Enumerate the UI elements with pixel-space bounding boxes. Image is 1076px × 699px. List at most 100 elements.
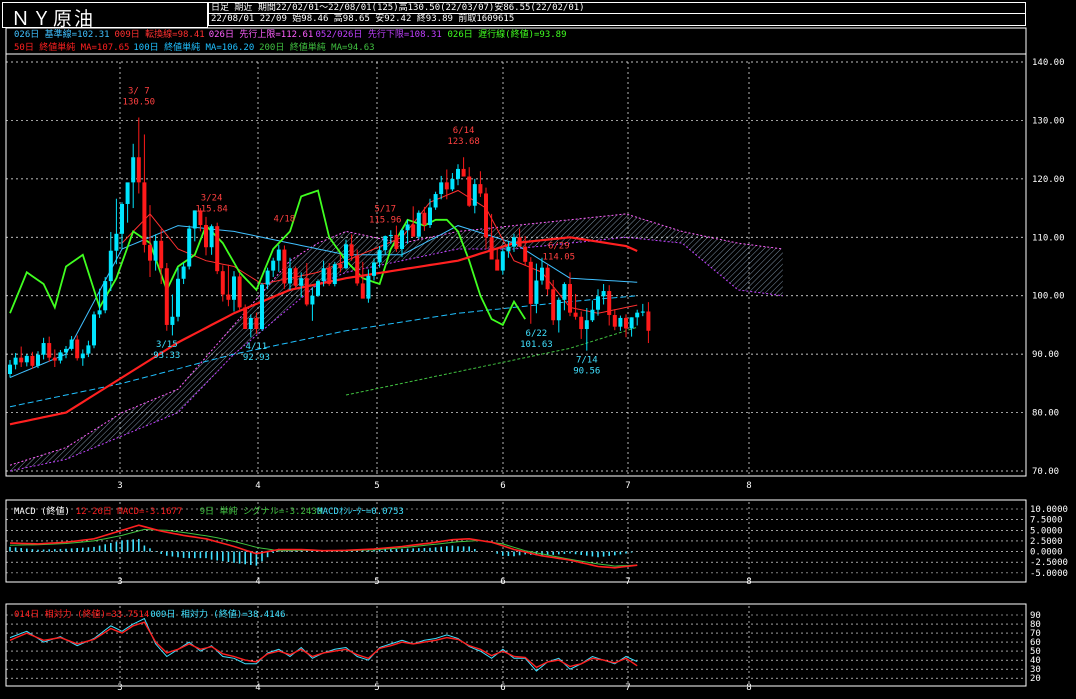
candle-body xyxy=(444,182,449,190)
month-tick-label: 4 xyxy=(255,481,260,491)
candle-body xyxy=(411,224,416,237)
peak-value-label: 130.50 xyxy=(123,98,156,108)
candle-body xyxy=(92,314,96,346)
month-tick-label: 3 xyxy=(117,683,122,693)
candle-body xyxy=(416,212,421,237)
trough-date-label: 6/22 xyxy=(526,329,548,339)
candle-body xyxy=(450,178,455,190)
month-tick-label: 6 xyxy=(500,683,505,693)
candle-body xyxy=(159,240,164,269)
candle-body xyxy=(562,284,567,300)
candle-body xyxy=(276,249,281,261)
candle-body xyxy=(215,226,220,272)
legend-rsi-item: 009日 相対力 (終値)=38.4146 xyxy=(150,608,285,620)
candle-body xyxy=(338,264,343,269)
candle-body xyxy=(136,157,141,183)
candle-body xyxy=(579,316,584,330)
candle-body xyxy=(512,237,516,247)
candle-body xyxy=(484,193,488,238)
rsi9-line xyxy=(9,617,638,672)
price-tick-label: 80.00 xyxy=(1032,409,1059,419)
candle-body xyxy=(601,291,606,297)
candle-body xyxy=(41,343,46,355)
candle-body xyxy=(271,260,276,271)
price-chart-svg[interactable]: 3 3 3 4 4 4 5 5 5 6 6 6 7 7 7 8 8 8 140.00 130.00 120.00 110.… xyxy=(0,0,1076,699)
price-tick-label: 90.00 xyxy=(1032,350,1059,360)
candle-body xyxy=(400,230,404,249)
candle-body xyxy=(360,283,365,299)
candle-body xyxy=(13,357,18,365)
peak-value-label: 114.05 xyxy=(543,252,576,262)
month-tick-label: 6 xyxy=(500,481,505,491)
trough-value-label: 93.33 xyxy=(153,351,180,361)
candle-body xyxy=(321,268,326,282)
candle-body xyxy=(164,268,169,325)
candle-body xyxy=(422,212,427,226)
peak-date-label: 3/ 7 xyxy=(128,87,150,97)
candle-body xyxy=(8,364,12,375)
candle-body xyxy=(103,281,108,311)
macd-tick-label: -2.5000 xyxy=(1030,558,1068,568)
legend-ma-item: 50日 終値単純 MA=107.65 xyxy=(14,41,129,53)
trough-date-label: 7/14 xyxy=(576,356,598,366)
candle-body xyxy=(248,317,253,330)
candle-body xyxy=(75,339,80,359)
price-tick-label: 70.00 xyxy=(1032,467,1059,477)
legend-rsi-item: 014日 相対力 (終値)=33.7514 xyxy=(14,608,149,620)
peak-value-label: 123.68 xyxy=(447,137,480,147)
candle-body xyxy=(349,244,354,256)
candle-body xyxy=(36,354,40,366)
candle-body xyxy=(405,224,410,231)
price-tick-label: 120.00 xyxy=(1032,175,1065,185)
candle-body xyxy=(97,310,102,315)
candle-body xyxy=(388,234,393,237)
month-tick-label: 5 xyxy=(374,481,379,491)
legend-ichimoku-item: 026日 遅行線(終値)=93.89 xyxy=(448,28,567,40)
sma100-line xyxy=(9,295,638,408)
month-tick-label: 8 xyxy=(746,683,751,693)
peak-date-label: 5/17 xyxy=(374,205,396,215)
legend-ma-item: 100日 終値単純 MA=106.20 xyxy=(133,41,254,53)
candle-body xyxy=(332,264,337,285)
month-tick-label: 8 xyxy=(746,481,751,491)
candle-body xyxy=(394,234,399,249)
candle-body xyxy=(355,255,360,284)
candle-body xyxy=(58,352,63,361)
candle-body xyxy=(607,291,612,315)
candle-body xyxy=(282,249,287,284)
macd-line xyxy=(9,524,638,569)
peak-value-label: 115.84 xyxy=(195,204,228,214)
candle-body xyxy=(86,345,91,354)
peak-date-label: 6/29 xyxy=(548,241,570,251)
candle-body xyxy=(232,276,236,300)
candle-body xyxy=(80,353,85,359)
price-tick-label: 130.00 xyxy=(1032,116,1065,126)
candle-body xyxy=(209,226,214,248)
peak-date-label: 6/14 xyxy=(453,126,475,136)
candle-body xyxy=(366,275,371,299)
candle-body xyxy=(372,262,376,276)
month-tick-label: 3 xyxy=(117,481,122,491)
candle-body xyxy=(528,261,533,304)
month-tick-label: 8 xyxy=(746,577,751,587)
price-tick-label: 110.00 xyxy=(1032,233,1065,243)
candle-body xyxy=(125,182,130,204)
candle-body xyxy=(573,312,578,317)
candle-body xyxy=(316,281,320,296)
candle-body xyxy=(568,284,572,313)
month-tick-label: 4 xyxy=(255,577,260,587)
candle-body xyxy=(153,240,158,261)
candle-body xyxy=(204,225,208,248)
candle-body xyxy=(24,355,29,363)
candle-body xyxy=(47,343,52,358)
candle-body xyxy=(534,280,539,304)
trough-date-label: 4/11 xyxy=(246,342,268,352)
candle-body xyxy=(260,284,264,330)
month-tick-label: 7 xyxy=(625,683,630,693)
candle-body xyxy=(545,267,550,290)
candle-body xyxy=(237,276,242,308)
legend-macd-item: 12-26日 MACD=-3.1677 xyxy=(76,506,183,517)
peak-date-label: 3/24 xyxy=(201,193,223,203)
candle-body xyxy=(64,348,68,353)
candle-body xyxy=(304,278,309,305)
